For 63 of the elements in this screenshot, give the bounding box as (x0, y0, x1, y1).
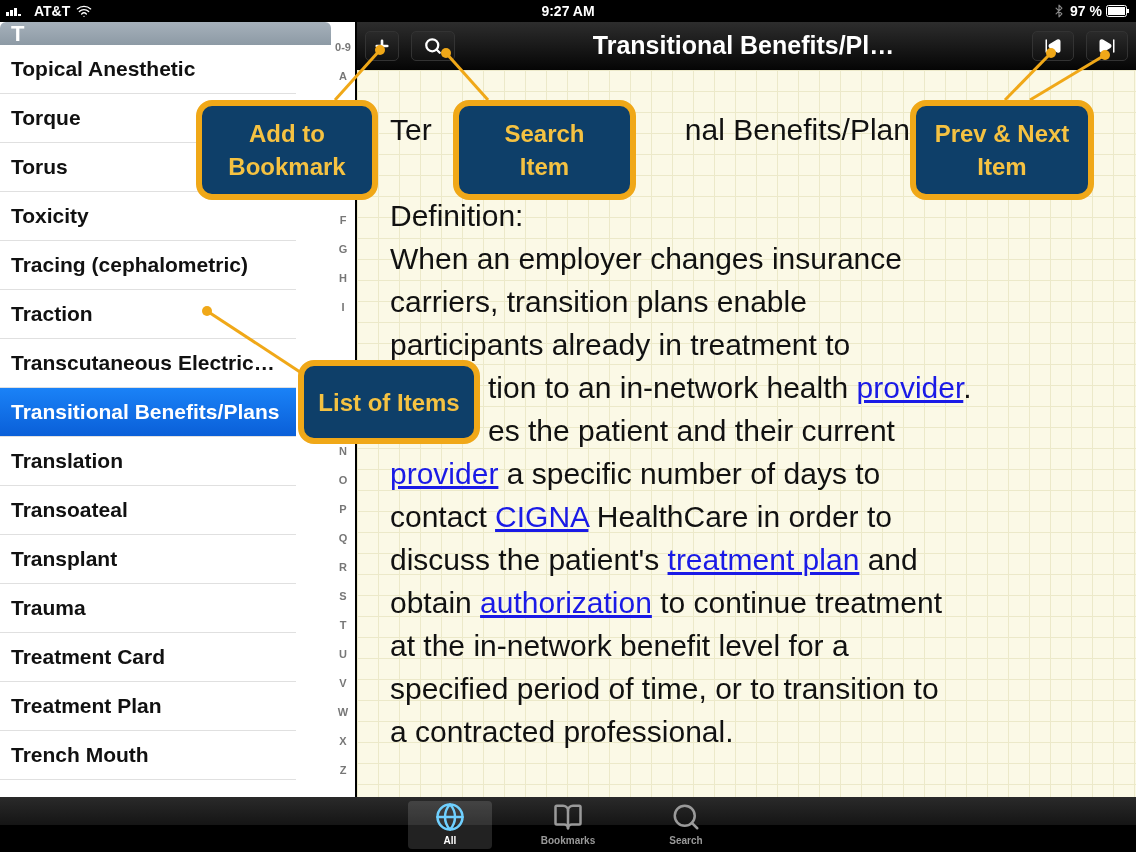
index-letter[interactable]: Q (338, 524, 348, 553)
callout-tooltip: Prev & Next Item (910, 100, 1094, 200)
index-letter[interactable]: F (339, 206, 347, 235)
index-letter[interactable]: A (339, 62, 347, 91)
index-letter[interactable]: Z (339, 756, 347, 785)
wifi-icon (76, 3, 93, 19)
leader-line (333, 45, 385, 101)
text-line: Definition: (390, 199, 524, 232)
link[interactable]: provider (390, 457, 499, 490)
toolbar-title: Transitional Benefits/Pl… (591, 30, 896, 62)
text-line: at the in-network benefit level for a (390, 629, 849, 662)
text-line: participants already in treatment to (390, 328, 851, 361)
callout-tooltip: List of Items (298, 360, 480, 444)
link[interactable]: CIGNA (495, 500, 589, 533)
index-letter[interactable]: U (339, 640, 347, 669)
index-letter[interactable]: I (341, 293, 345, 322)
index-letter[interactable]: S (339, 582, 347, 611)
text-line: contact CIGNA HealthCare in order to (390, 500, 892, 533)
callout-tooltip: Search Item (453, 100, 636, 200)
text-line: specified period of time, or to transition to (390, 672, 939, 705)
article-heading: nal Benefits/Plan (684, 112, 910, 148)
carrier-name: AT&T (34, 1, 71, 21)
text-line: a contracted professional. (390, 715, 734, 748)
battery-icon (1106, 5, 1130, 17)
search-button[interactable] (411, 31, 455, 61)
search-icon (671, 802, 701, 832)
text-line: When an employer changes insurance (390, 242, 902, 275)
tab[interactable]: All (408, 801, 492, 849)
battery-percent: 97 % (1070, 1, 1102, 21)
index-letter[interactable]: V (339, 669, 347, 698)
index-letter[interactable]: T (339, 611, 347, 640)
index-letter[interactable]: W (337, 698, 349, 727)
previous-button[interactable] (1032, 31, 1074, 61)
text-line: discuss the patient's treatment plan and (390, 543, 918, 576)
article-heading: Ter (390, 112, 432, 148)
skip-back-icon (1044, 37, 1062, 55)
link[interactable]: authorization (480, 586, 652, 619)
next-button[interactable] (1086, 31, 1128, 61)
search-icon (424, 37, 442, 55)
text-line: carriers, transition plans enable (390, 285, 807, 318)
globe-icon (435, 802, 465, 832)
tab[interactable]: Search (644, 801, 728, 849)
index-letter[interactable]: H (339, 264, 347, 293)
text-line: tion to an in-network health provider. (488, 371, 972, 404)
tab[interactable]: Bookmarks (526, 801, 610, 849)
index-letter[interactable]: R (339, 553, 347, 582)
book-icon (553, 802, 583, 832)
index-letter[interactable]: P (339, 495, 347, 524)
clock-time: 9:27 AM (541, 1, 595, 21)
link[interactable]: treatment plan (667, 543, 860, 576)
index-letter[interactable]: 0-9 (335, 33, 351, 62)
section-header: T (0, 22, 331, 45)
list-item[interactable]: Transitional Benefits/Plans (0, 388, 296, 437)
link[interactable]: provider (856, 371, 964, 404)
index-letter[interactable]: X (339, 727, 347, 756)
text-line: provider a specific number of days to (390, 457, 881, 490)
callout-tooltip: Add to Bookmark (196, 100, 378, 200)
leader-line (441, 48, 490, 101)
skip-forward-icon (1098, 37, 1116, 55)
text-line: obtain authorization to continue treatment (390, 586, 943, 619)
text-line: es the patient and their current (488, 414, 895, 447)
index-letter[interactable]: O (338, 466, 348, 495)
index-letter[interactable]: G (338, 235, 348, 264)
